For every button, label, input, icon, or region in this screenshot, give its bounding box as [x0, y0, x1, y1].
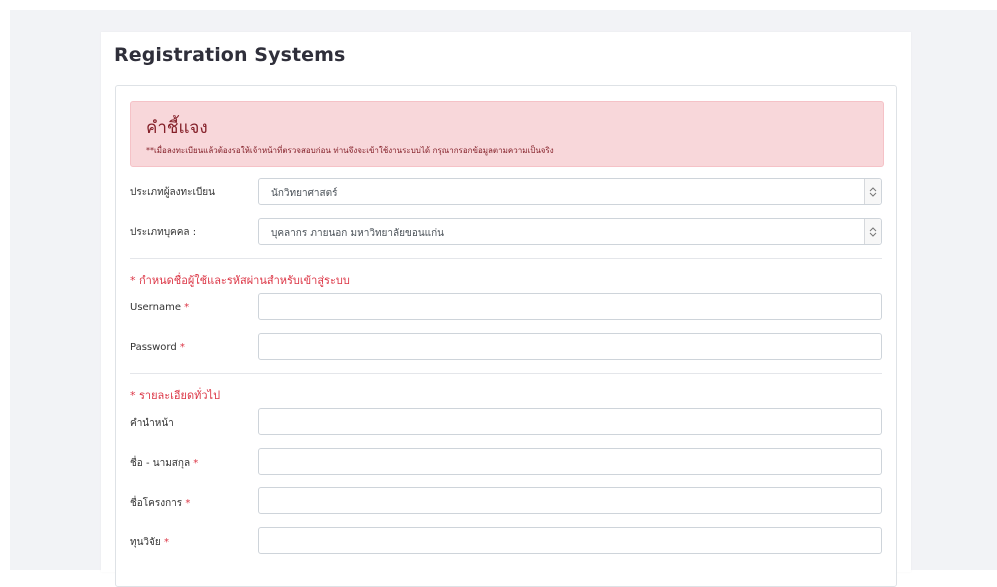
password-label: Password *	[130, 342, 185, 353]
prefix-input[interactable]	[258, 408, 882, 435]
project-label: ชื่อโครงการ *	[130, 496, 190, 511]
fullname-label-text: ชื่อ - นามสกุล	[130, 458, 191, 469]
required-mark: *	[179, 342, 185, 353]
section-divider	[130, 373, 882, 374]
required-mark: *	[185, 498, 191, 509]
alert-heading: คำชี้แจง	[146, 118, 208, 138]
chevron-updown-icon[interactable]	[864, 179, 881, 204]
required-mark: *	[184, 302, 190, 313]
password-input[interactable]	[258, 333, 882, 360]
person-type-label: ประเภทบุคคล :	[130, 227, 197, 238]
registration-form: คำชี้แจง **เมื่อลงทะเบียนแล้วต้องรอให้เจ…	[115, 85, 897, 587]
password-label-text: Password	[130, 342, 177, 353]
registration-type-value: นักวิทยาศาสตร์	[271, 188, 338, 199]
fullname-input[interactable]	[258, 448, 882, 475]
username-label: Username *	[130, 302, 189, 313]
prefix-label: คำนำหน้า	[130, 418, 174, 429]
registration-type-select[interactable]: นักวิทยาศาสตร์	[258, 178, 882, 205]
alert-text: **เมื่อลงทะเบียนแล้วต้องรอให้เจ้าหน้าที่…	[146, 146, 554, 155]
username-label-text: Username	[130, 302, 181, 313]
required-mark: *	[193, 458, 199, 469]
required-mark: *	[163, 537, 169, 548]
grant-label-text: ทุนวิจัย	[130, 537, 161, 548]
username-input[interactable]	[258, 293, 882, 320]
notice-alert: คำชี้แจง **เมื่อลงทะเบียนแล้วต้องรอให้เจ…	[130, 101, 884, 167]
grant-input[interactable]	[258, 527, 882, 554]
person-type-select[interactable]: บุคลากร ภายนอก มหาวิทยาลัยขอนแก่น	[258, 218, 882, 245]
page-title: Registration Systems	[114, 44, 346, 66]
account-section-heading: * กำหนดชื่อผู้ใช้และรหัสผ่านสำหรับเข้าสู…	[130, 274, 350, 287]
registration-card: Registration Systems คำชี้แจง **เมื่อลงท…	[101, 32, 911, 587]
grant-label: ทุนวิจัย *	[130, 535, 169, 550]
fullname-label: ชื่อ - นามสกุล *	[130, 456, 198, 471]
chevron-updown-icon[interactable]	[864, 219, 881, 244]
person-type-value: บุคลากร ภายนอก มหาวิทยาลัยขอนแก่น	[271, 228, 445, 239]
project-label-text: ชื่อโครงการ	[130, 498, 183, 509]
section-divider	[130, 258, 882, 259]
registration-type-label: ประเภทผู้ลงทะเบียน	[130, 187, 215, 198]
project-input[interactable]	[258, 487, 882, 514]
general-section-heading: * รายละเอียดทั่วไป	[130, 389, 221, 402]
